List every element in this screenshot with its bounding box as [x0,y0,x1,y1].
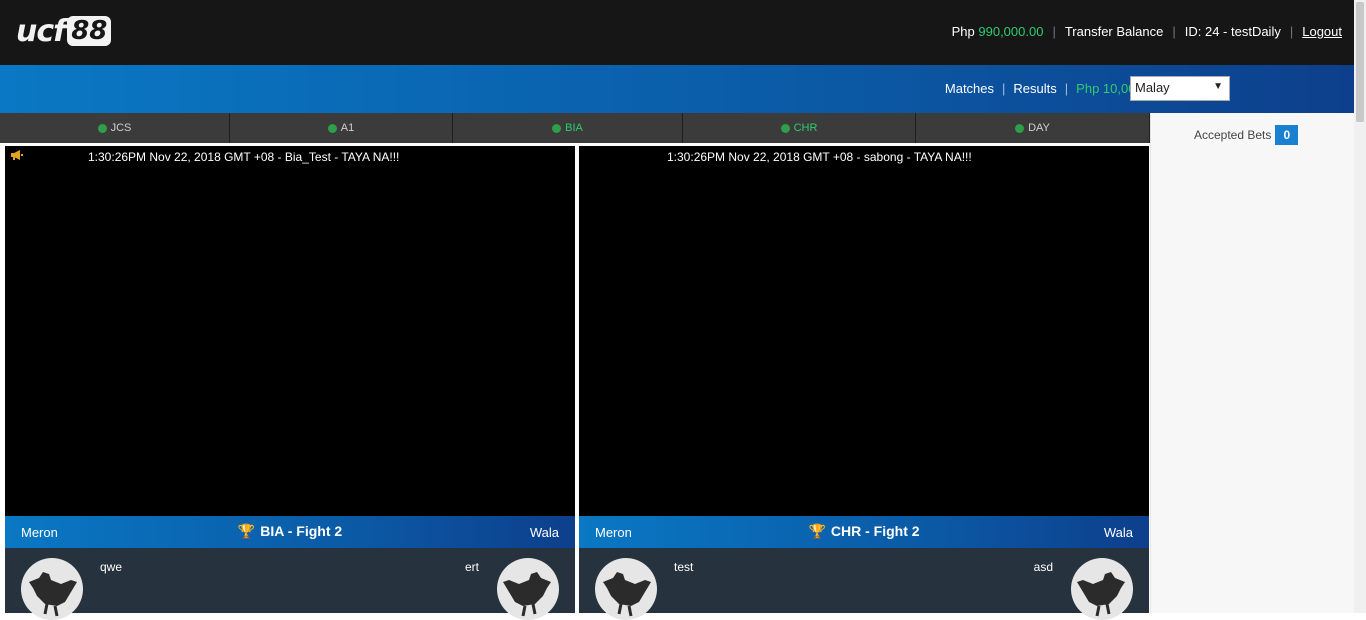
fight-title: 🏆 CHR - Fight 2 [579,523,1149,540]
fight-title: 🏆 BIA - Fight 2 [5,523,575,540]
logo-number: 88 [67,16,112,46]
fighters-row: test asd [579,548,1149,620]
page-scrollbar[interactable] [1354,0,1366,613]
wala-label: Wala [1103,525,1133,540]
user-id-label: ID: 24 - testDaily [1184,24,1281,39]
logout-link[interactable]: Logout [1302,24,1342,39]
language-select[interactable]: Malay ▼ [1130,76,1230,101]
site-logo[interactable]: ucf 88 [16,13,112,49]
megaphone-icon [11,150,23,160]
tab-label: JCS [110,122,132,134]
tab-label: CHR [793,122,818,134]
rooster-icon [595,558,657,620]
separator: | [1002,81,1006,96]
logo-text: ucf [16,13,66,49]
wala-fighter-name: ert [464,560,479,574]
live-status-dot-icon [1015,123,1025,133]
nav-results-link[interactable]: Results [1013,81,1056,96]
fight-title-text: CHR - Fight 2 [830,523,920,539]
wallet-balance: 990,000.00 [978,24,1044,39]
live-status-dot-icon [327,123,337,133]
ticker-message: 1:30:26PM Nov 22, 2018 GMT +08 - sabong … [667,150,972,164]
caret-down-icon: ▼ [1213,81,1223,92]
tab-chr[interactable]: CHR [683,113,916,143]
accepted-bets[interactable]: Accepted Bets 0 [1194,125,1299,145]
separator: | [1052,24,1056,39]
meron-fighter-name: qwe [100,560,123,574]
ticker-message: 1:30:26PM Nov 22, 2018 GMT +08 - Bia_Tes… [88,150,400,164]
arena-tabs: JCS A1 BIA CHR DAY [0,113,1150,143]
trophy-icon: 🏆 [237,523,256,539]
tab-jcs[interactable]: JCS [0,113,230,143]
fight-info-bar: Meron 🏆 BIA - Fight 2 Wala [5,516,575,548]
live-status-dot-icon [552,123,562,133]
trophy-icon: 🏆 [808,523,826,539]
meron-fighter-name: test [674,560,694,574]
fight-panel-chr: 1:30:26PM Nov 22, 2018 GMT +08 - sabong … [579,146,1149,620]
fight-panel-bia: 1:30:26PM Nov 22, 2018 GMT +08 - Bia_Tes… [5,146,575,620]
rooster-icon [21,558,83,620]
fight-title-text: BIA - Fight 2 [260,523,343,539]
fight-info-bar: Meron 🏆 CHR - Fight 2 Wala [579,516,1149,548]
account-bar: Php 990,000.00 | Transfer Balance | ID: … [952,24,1342,39]
accepted-bets-count-badge: 0 [1275,125,1299,145]
transfer-balance-link[interactable]: Transfer Balance [1065,24,1164,39]
tab-label: A1 [340,122,355,134]
bets-sidebar: Accepted Bets 0 [1150,113,1354,613]
nav-matches-link[interactable]: Matches [945,81,994,96]
fighters-row: qwe ert [5,548,575,620]
tab-day[interactable]: DAY [916,113,1150,143]
wala-fighter-name: asd [1033,560,1053,574]
wallet-currency: Php [951,24,975,39]
language-select-value: Malay [1135,80,1170,95]
separator: | [1064,81,1069,96]
wala-label: Wala [529,525,559,540]
accepted-bets-label: Accepted Bets [1194,128,1272,142]
tab-bia[interactable]: BIA [453,113,683,143]
live-status-dot-icon [780,123,790,133]
tab-a1[interactable]: A1 [230,113,453,143]
rooster-icon [497,558,559,620]
tab-label: BIA [565,122,583,134]
live-status-dot-icon [97,123,107,133]
rooster-icon [1071,558,1133,620]
main-navbar: Matches | Results | Php 10,000.00 | test… [0,65,1354,113]
separator: | [1289,24,1294,39]
top-header: ucf 88 Php 990,000.00 | Transfer Balance… [0,0,1354,65]
separator: | [1172,24,1176,39]
tab-label: DAY [1028,122,1050,134]
scrollbar-thumb[interactable] [1356,2,1364,122]
